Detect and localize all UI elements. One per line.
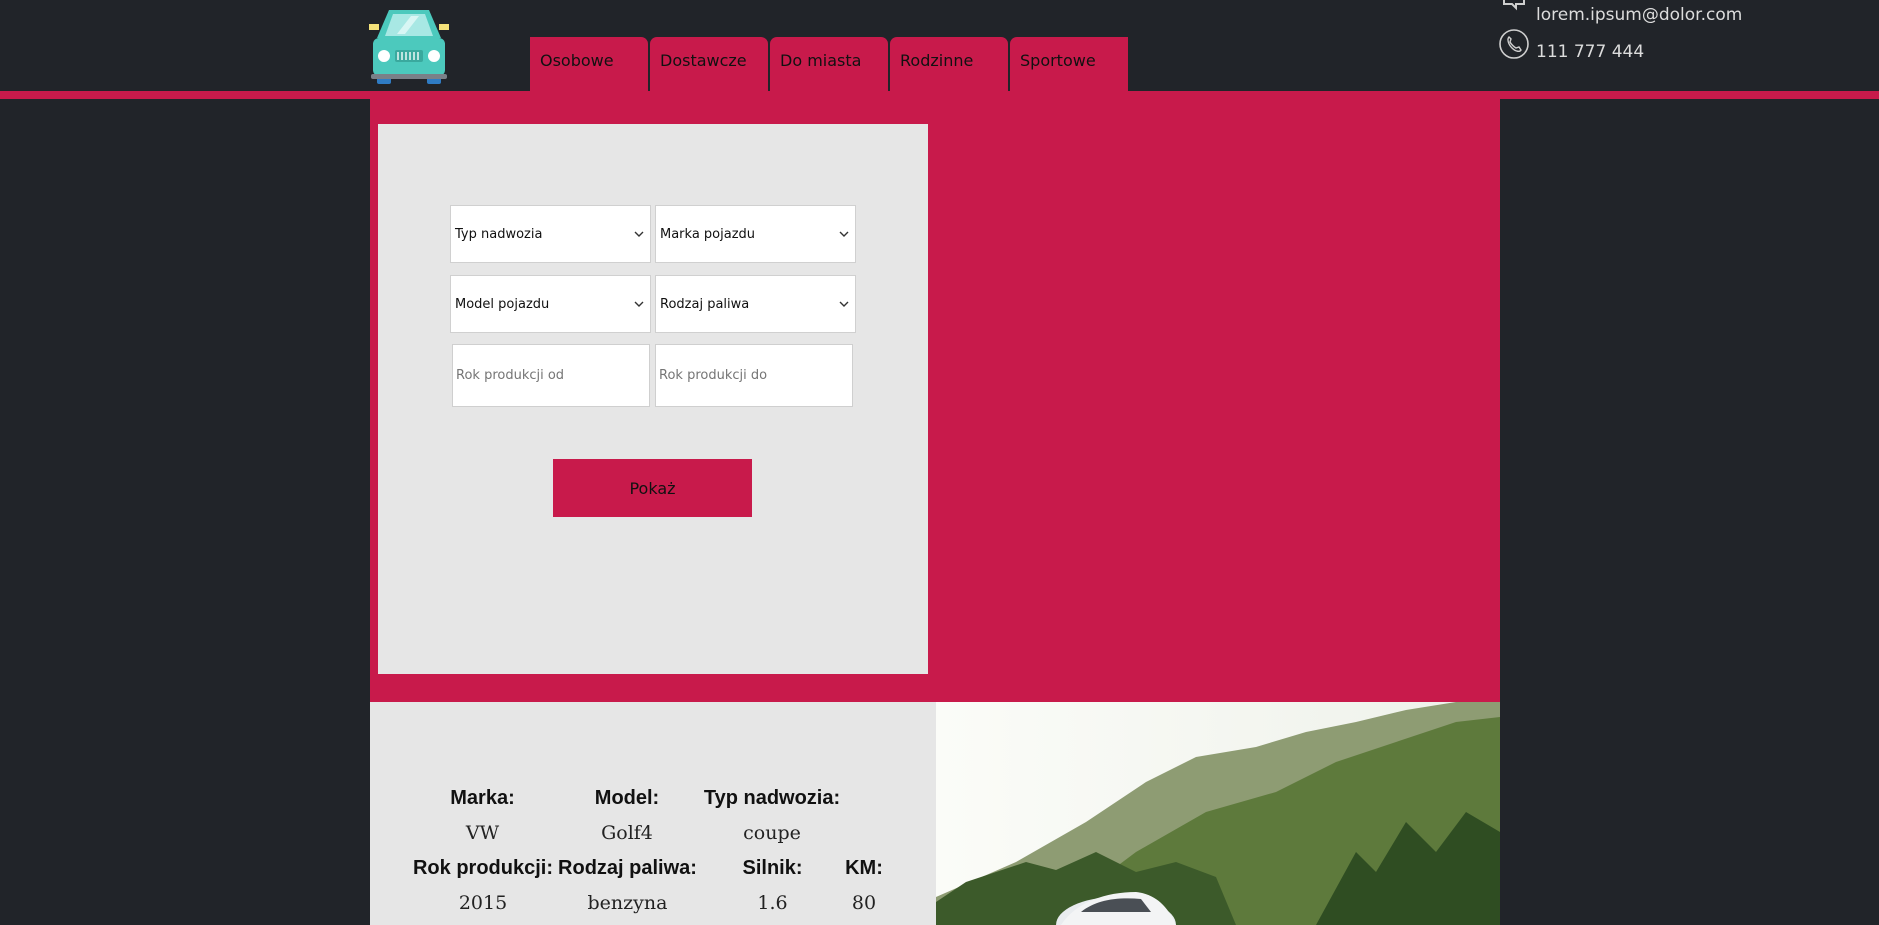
tab-dostawcze[interactable]: Dostawcze: [650, 37, 768, 92]
chat-bubble-icon: [1503, 0, 1525, 11]
brand-select-value: Marka pojazdu: [660, 226, 756, 242]
engine-value: 1.6: [757, 892, 788, 914]
body-type-label: Typ nadwozia:: [703, 787, 841, 809]
phone-icon: [1499, 29, 1529, 59]
chevron-down-icon: [839, 231, 849, 237]
contact-phone[interactable]: 111 777 444: [1536, 42, 1644, 62]
brand-select[interactable]: Marka pojazdu: [655, 205, 856, 263]
car-photo: [936, 702, 1500, 925]
model-value: Golf4: [601, 822, 653, 844]
contact-email[interactable]: lorem.ipsum@dolor.com: [1536, 5, 1742, 25]
body-type-select[interactable]: Typ nadwozia: [450, 205, 651, 263]
fuel-select-value: Rodzaj paliwa: [660, 296, 750, 312]
year-from-placeholder: Rok produkcji od: [456, 368, 565, 383]
body-type-value: coupe: [743, 822, 801, 844]
car-logo[interactable]: [367, 4, 451, 88]
tab-do-miasta[interactable]: Do miasta: [770, 37, 888, 92]
chevron-down-icon: [634, 231, 644, 237]
year-label: Rok produkcji:: [412, 857, 553, 879]
tab-rodzinne[interactable]: Rodzinne: [890, 37, 1008, 92]
hp-value: 80: [851, 892, 877, 914]
tab-sportowe[interactable]: Sportowe: [1010, 37, 1128, 92]
fuel-value: benzyna: [587, 892, 668, 914]
year-to-input[interactable]: Rok produkcji do: [655, 344, 853, 407]
year-value: 2015: [458, 892, 508, 914]
year-to-placeholder: Rok produkcji do: [659, 368, 768, 383]
fuel-select[interactable]: Rodzaj paliwa: [655, 275, 856, 333]
hp-label: KM:: [845, 857, 883, 879]
body-type-select-value: Typ nadwozia: [455, 226, 543, 242]
year-from-input[interactable]: Rok produkcji od: [452, 344, 650, 407]
category-nav: Osobowe Dostawcze Do miasta Rodzinne Spo…: [530, 37, 1128, 92]
header-accent-bar: [0, 91, 1879, 99]
tab-osobowe[interactable]: Osobowe: [530, 37, 648, 92]
model-select-value: Model pojazdu: [455, 296, 550, 312]
chevron-down-icon: [634, 301, 644, 307]
chevron-down-icon: [839, 301, 849, 307]
model-label: Model:: [594, 787, 660, 809]
brand-label: Marka:: [450, 787, 515, 809]
brand-value: VW: [465, 822, 500, 844]
show-button[interactable]: Pokaż: [553, 459, 752, 517]
engine-label: Silnik:: [742, 857, 803, 879]
fuel-label: Rodzaj paliwa:: [558, 857, 697, 879]
model-select[interactable]: Model pojazdu: [450, 275, 651, 333]
